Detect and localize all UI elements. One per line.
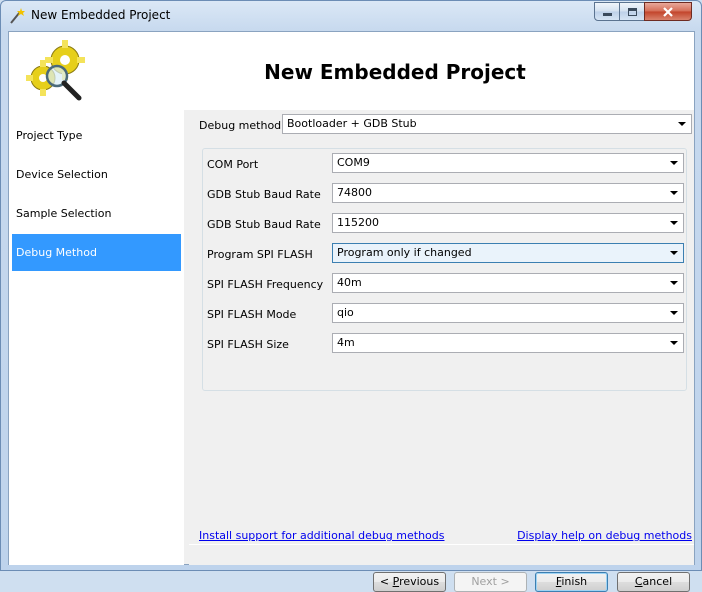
- setting-label: Program SPI FLASH: [207, 248, 313, 261]
- chevron-down-icon: [670, 251, 678, 255]
- close-button[interactable]: [644, 2, 692, 21]
- previous-button[interactable]: < Previous: [373, 572, 446, 592]
- debug-method-dropdown[interactable]: Bootloader + GDB Stub: [282, 114, 692, 134]
- setting-label: COM Port: [207, 158, 259, 171]
- next-button[interactable]: Next >: [454, 572, 527, 592]
- setting-value: Program only if changed: [337, 246, 472, 259]
- cancel-mnemonic: C: [634, 575, 643, 588]
- program-spi-flash-dropdown[interactable]: Program only if changed: [332, 243, 684, 263]
- dialog-client: New Embedded Project Project Type Device…: [8, 31, 695, 592]
- settings-group: COM Port COM9 GDB Stub Baud Rate 74800 G…: [202, 148, 687, 391]
- gdb-stub-baud-rate-dropdown[interactable]: 74800: [332, 183, 684, 203]
- cancel-rest: ancel: [642, 575, 673, 588]
- chevron-down-icon: [670, 281, 678, 285]
- chevron-down-icon: [670, 341, 678, 345]
- title-bar[interactable]: New Embedded Project: [1, 1, 701, 31]
- setting-label: GDB Stub Baud Rate: [207, 218, 321, 231]
- wand-icon: [10, 8, 25, 24]
- setting-value: 115200: [337, 216, 379, 229]
- nav-item-debug-method[interactable]: Debug Method: [12, 234, 181, 271]
- setting-label: SPI FLASH Frequency: [207, 278, 324, 291]
- dialog-window: New Embedded Project New Embedded Projec…: [0, 0, 702, 592]
- wizard-nav: Project Type Device Selection Sample Sel…: [9, 110, 184, 565]
- setting-label: SPI FLASH Size: [207, 338, 289, 351]
- chevron-down-icon: [670, 311, 678, 315]
- setting-value: qio: [337, 306, 354, 319]
- finish-button[interactable]: Finish: [535, 572, 608, 592]
- chevron-down-icon: [670, 161, 678, 165]
- minimize-button[interactable]: [594, 2, 620, 21]
- footer-divider: [189, 544, 694, 545]
- setting-value: 40m: [337, 276, 362, 289]
- previous-prefix: <: [379, 575, 393, 588]
- setting-label: GDB Stub Baud Rate: [207, 188, 321, 201]
- setting-value: 74800: [337, 186, 372, 199]
- nav-item-device-selection[interactable]: Device Selection: [12, 156, 181, 193]
- debug-method-value: Bootloader + GDB Stub: [287, 117, 417, 130]
- debug-help-link[interactable]: Display help on debug methods: [517, 529, 692, 542]
- banner-title: New Embedded Project: [264, 60, 526, 84]
- chevron-down-icon: [670, 221, 678, 225]
- main-panel: Debug method: Bootloader + GDB Stub COM …: [189, 110, 694, 592]
- maximize-button[interactable]: [619, 2, 645, 21]
- com-port-dropdown[interactable]: COM9: [332, 153, 684, 173]
- nav-item-project-type[interactable]: Project Type: [12, 117, 181, 154]
- close-icon: [663, 6, 673, 17]
- cancel-button[interactable]: Cancel: [617, 572, 690, 592]
- setting-value: 4m: [337, 336, 355, 349]
- chevron-down-icon: [678, 122, 686, 126]
- previous-rest: revious: [399, 575, 440, 588]
- spi-flash-size-dropdown[interactable]: 4m: [332, 333, 684, 353]
- install-debug-methods-link[interactable]: Install support for additional debug met…: [199, 529, 444, 542]
- minimize-icon: [602, 13, 612, 16]
- maximize-icon: [627, 7, 637, 16]
- chevron-down-icon: [670, 191, 678, 195]
- setting-value: COM9: [337, 156, 370, 169]
- gdb-stub-baud-rate-2-dropdown[interactable]: 115200: [332, 213, 684, 233]
- setting-label: SPI FLASH Mode: [207, 308, 297, 321]
- nav-item-sample-selection[interactable]: Sample Selection: [12, 195, 181, 232]
- spi-flash-frequency-dropdown[interactable]: 40m: [332, 273, 684, 293]
- window-title: New Embedded Project: [31, 8, 171, 22]
- banner: New Embedded Project: [9, 32, 694, 110]
- finish-rest: inish: [561, 575, 588, 588]
- spi-flash-mode-dropdown[interactable]: qio: [332, 303, 684, 323]
- debug-method-label: Debug method:: [199, 119, 285, 132]
